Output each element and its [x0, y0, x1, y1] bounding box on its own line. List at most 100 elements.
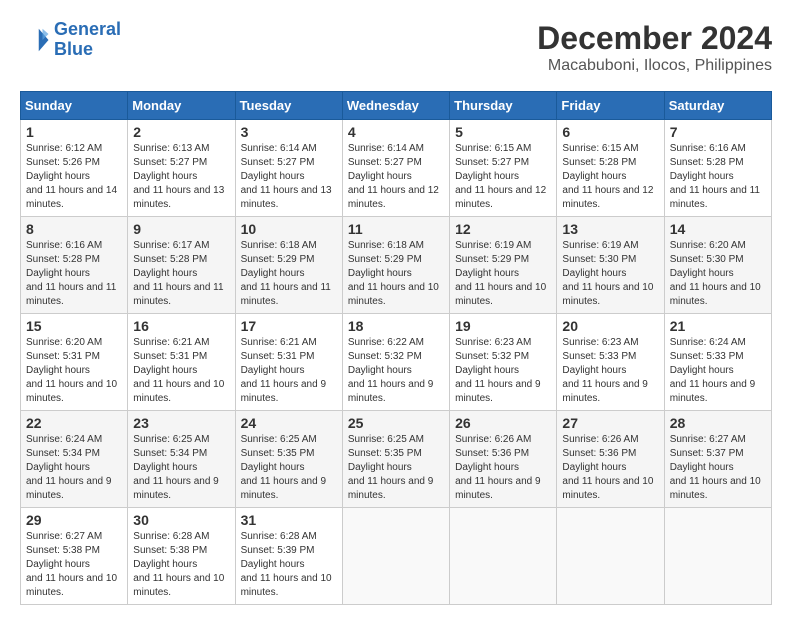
day-number: 27: [562, 415, 658, 431]
calendar-day-cell: 14 Sunrise: 6:20 AM Sunset: 5:30 PM Dayl…: [664, 217, 771, 314]
day-info: Sunrise: 6:28 AM Sunset: 5:38 PM Dayligh…: [133, 530, 229, 600]
calendar-day-cell: 17 Sunrise: 6:21 AM Sunset: 5:31 PM Dayl…: [235, 314, 342, 411]
day-number: 17: [241, 318, 337, 334]
weekday-header-saturday: Saturday: [664, 92, 771, 120]
logo-text: General Blue: [54, 20, 121, 60]
day-info: Sunrise: 6:28 AM Sunset: 5:39 PM Dayligh…: [241, 530, 337, 600]
day-number: 14: [670, 221, 766, 237]
calendar-day-cell: 25 Sunrise: 6:25 AM Sunset: 5:35 PM Dayl…: [342, 411, 449, 508]
day-number: 28: [670, 415, 766, 431]
calendar-week-row: 22 Sunrise: 6:24 AM Sunset: 5:34 PM Dayl…: [21, 411, 772, 508]
calendar-day-cell: 22 Sunrise: 6:24 AM Sunset: 5:34 PM Dayl…: [21, 411, 128, 508]
weekday-header-wednesday: Wednesday: [342, 92, 449, 120]
calendar-day-cell: [664, 508, 771, 605]
day-number: 21: [670, 318, 766, 334]
day-info: Sunrise: 6:20 AM Sunset: 5:30 PM Dayligh…: [670, 239, 766, 309]
day-info: Sunrise: 6:25 AM Sunset: 5:35 PM Dayligh…: [348, 433, 444, 503]
day-info: Sunrise: 6:17 AM Sunset: 5:28 PM Dayligh…: [133, 239, 229, 309]
day-number: 26: [455, 415, 551, 431]
calendar-day-cell: 15 Sunrise: 6:20 AM Sunset: 5:31 PM Dayl…: [21, 314, 128, 411]
day-number: 7: [670, 124, 766, 140]
calendar-day-cell: 19 Sunrise: 6:23 AM Sunset: 5:32 PM Dayl…: [450, 314, 557, 411]
header: General Blue December 2024 Macabuboni, I…: [20, 20, 772, 75]
day-info: Sunrise: 6:25 AM Sunset: 5:34 PM Dayligh…: [133, 433, 229, 503]
day-number: 19: [455, 318, 551, 334]
day-info: Sunrise: 6:24 AM Sunset: 5:33 PM Dayligh…: [670, 336, 766, 406]
day-info: Sunrise: 6:14 AM Sunset: 5:27 PM Dayligh…: [348, 142, 444, 212]
calendar-day-cell: 13 Sunrise: 6:19 AM Sunset: 5:30 PM Dayl…: [557, 217, 664, 314]
calendar-week-row: 8 Sunrise: 6:16 AM Sunset: 5:28 PM Dayli…: [21, 217, 772, 314]
day-number: 4: [348, 124, 444, 140]
day-number: 20: [562, 318, 658, 334]
calendar-day-cell: 11 Sunrise: 6:18 AM Sunset: 5:29 PM Dayl…: [342, 217, 449, 314]
calendar-day-cell: 29 Sunrise: 6:27 AM Sunset: 5:38 PM Dayl…: [21, 508, 128, 605]
calendar-day-cell: 10 Sunrise: 6:18 AM Sunset: 5:29 PM Dayl…: [235, 217, 342, 314]
day-number: 16: [133, 318, 229, 334]
location-title: Macabuboni, Ilocos, Philippines: [537, 57, 772, 75]
page-container: General Blue December 2024 Macabuboni, I…: [20, 20, 772, 605]
calendar-day-cell: 30 Sunrise: 6:28 AM Sunset: 5:38 PM Dayl…: [128, 508, 235, 605]
day-number: 10: [241, 221, 337, 237]
weekday-header-tuesday: Tuesday: [235, 92, 342, 120]
day-info: Sunrise: 6:15 AM Sunset: 5:27 PM Dayligh…: [455, 142, 551, 212]
calendar-day-cell: 5 Sunrise: 6:15 AM Sunset: 5:27 PM Dayli…: [450, 120, 557, 217]
logo-icon: [20, 25, 50, 55]
calendar-week-row: 1 Sunrise: 6:12 AM Sunset: 5:26 PM Dayli…: [21, 120, 772, 217]
logo: General Blue: [20, 20, 121, 60]
calendar-day-cell: 9 Sunrise: 6:17 AM Sunset: 5:28 PM Dayli…: [128, 217, 235, 314]
day-info: Sunrise: 6:19 AM Sunset: 5:30 PM Dayligh…: [562, 239, 658, 309]
calendar-day-cell: 4 Sunrise: 6:14 AM Sunset: 5:27 PM Dayli…: [342, 120, 449, 217]
day-info: Sunrise: 6:14 AM Sunset: 5:27 PM Dayligh…: [241, 142, 337, 212]
calendar-day-cell: 7 Sunrise: 6:16 AM Sunset: 5:28 PM Dayli…: [664, 120, 771, 217]
calendar-day-cell: 12 Sunrise: 6:19 AM Sunset: 5:29 PM Dayl…: [450, 217, 557, 314]
day-number: 31: [241, 512, 337, 528]
day-number: 23: [133, 415, 229, 431]
calendar-day-cell: [342, 508, 449, 605]
calendar-day-cell: 24 Sunrise: 6:25 AM Sunset: 5:35 PM Dayl…: [235, 411, 342, 508]
calendar-day-cell: 2 Sunrise: 6:13 AM Sunset: 5:27 PM Dayli…: [128, 120, 235, 217]
weekday-header-thursday: Thursday: [450, 92, 557, 120]
calendar-day-cell: 31 Sunrise: 6:28 AM Sunset: 5:39 PM Dayl…: [235, 508, 342, 605]
day-number: 9: [133, 221, 229, 237]
calendar-day-cell: 28 Sunrise: 6:27 AM Sunset: 5:37 PM Dayl…: [664, 411, 771, 508]
day-number: 30: [133, 512, 229, 528]
day-number: 2: [133, 124, 229, 140]
day-info: Sunrise: 6:27 AM Sunset: 5:38 PM Dayligh…: [26, 530, 122, 600]
day-info: Sunrise: 6:13 AM Sunset: 5:27 PM Dayligh…: [133, 142, 229, 212]
day-info: Sunrise: 6:19 AM Sunset: 5:29 PM Dayligh…: [455, 239, 551, 309]
calendar-day-cell: 8 Sunrise: 6:16 AM Sunset: 5:28 PM Dayli…: [21, 217, 128, 314]
calendar-day-cell: 16 Sunrise: 6:21 AM Sunset: 5:31 PM Dayl…: [128, 314, 235, 411]
calendar-header: SundayMondayTuesdayWednesdayThursdayFrid…: [21, 92, 772, 120]
weekday-header-sunday: Sunday: [21, 92, 128, 120]
day-number: 3: [241, 124, 337, 140]
day-info: Sunrise: 6:18 AM Sunset: 5:29 PM Dayligh…: [348, 239, 444, 309]
calendar-day-cell: [450, 508, 557, 605]
weekday-header-monday: Monday: [128, 92, 235, 120]
day-info: Sunrise: 6:20 AM Sunset: 5:31 PM Dayligh…: [26, 336, 122, 406]
day-number: 5: [455, 124, 551, 140]
day-info: Sunrise: 6:21 AM Sunset: 5:31 PM Dayligh…: [241, 336, 337, 406]
logo-line1: General: [54, 19, 121, 39]
day-number: 1: [26, 124, 122, 140]
calendar-day-cell: 23 Sunrise: 6:25 AM Sunset: 5:34 PM Dayl…: [128, 411, 235, 508]
calendar-body: 1 Sunrise: 6:12 AM Sunset: 5:26 PM Dayli…: [21, 120, 772, 605]
calendar-day-cell: 18 Sunrise: 6:22 AM Sunset: 5:32 PM Dayl…: [342, 314, 449, 411]
day-number: 24: [241, 415, 337, 431]
calendar-week-row: 15 Sunrise: 6:20 AM Sunset: 5:31 PM Dayl…: [21, 314, 772, 411]
day-info: Sunrise: 6:22 AM Sunset: 5:32 PM Dayligh…: [348, 336, 444, 406]
month-title: December 2024: [537, 20, 772, 57]
day-number: 8: [26, 221, 122, 237]
day-info: Sunrise: 6:23 AM Sunset: 5:33 PM Dayligh…: [562, 336, 658, 406]
calendar-day-cell: 27 Sunrise: 6:26 AM Sunset: 5:36 PM Dayl…: [557, 411, 664, 508]
day-number: 11: [348, 221, 444, 237]
day-info: Sunrise: 6:16 AM Sunset: 5:28 PM Dayligh…: [670, 142, 766, 212]
day-info: Sunrise: 6:25 AM Sunset: 5:35 PM Dayligh…: [241, 433, 337, 503]
day-number: 15: [26, 318, 122, 334]
day-info: Sunrise: 6:26 AM Sunset: 5:36 PM Dayligh…: [562, 433, 658, 503]
calendar-table: SundayMondayTuesdayWednesdayThursdayFrid…: [20, 91, 772, 605]
day-number: 25: [348, 415, 444, 431]
day-number: 18: [348, 318, 444, 334]
day-number: 22: [26, 415, 122, 431]
calendar-day-cell: 26 Sunrise: 6:26 AM Sunset: 5:36 PM Dayl…: [450, 411, 557, 508]
calendar-day-cell: [557, 508, 664, 605]
